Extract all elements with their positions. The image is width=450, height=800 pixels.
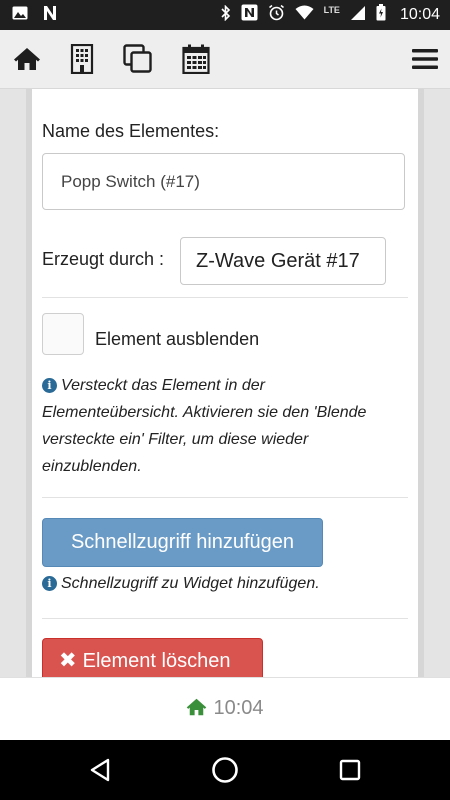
close-icon: ✖ <box>59 649 77 672</box>
footer-clock: 10:04 <box>0 697 450 720</box>
top-nav <box>0 30 450 89</box>
hide-element-label[interactable]: Element ausblenden <box>95 329 259 350</box>
hide-element-checkbox[interactable] <box>42 313 84 355</box>
divider <box>42 618 408 619</box>
calendar-icon[interactable] <box>181 43 211 75</box>
network-type: LTE <box>323 5 340 15</box>
delete-element-label: Element löschen <box>82 650 231 672</box>
footer-bar: 10:04 <box>0 677 450 741</box>
info-icon: i <box>42 378 57 393</box>
add-quick-access-button[interactable]: Schnellzugriff hinzufügen <box>42 518 323 567</box>
android-nav-bar <box>0 740 450 800</box>
home-icon[interactable] <box>12 43 42 75</box>
divider <box>42 497 408 498</box>
nfc-icon <box>241 4 258 26</box>
divider <box>42 297 408 298</box>
menu-icon[interactable] <box>410 43 440 75</box>
info-icon: i <box>42 576 57 591</box>
building-icon[interactable] <box>67 43 97 75</box>
recents-icon[interactable] <box>336 756 364 784</box>
image-icon <box>12 6 28 25</box>
quick-access-help-text: Schnellzugriff zu Widget hinzufügen. <box>61 575 320 592</box>
hide-element-help: i Versteckt das Element in der Elementeüb… <box>42 372 382 480</box>
n-icon <box>42 5 58 26</box>
signal-icon <box>350 5 366 26</box>
home-icon <box>187 698 207 716</box>
copy-icon[interactable] <box>123 43 153 75</box>
wifi-icon <box>295 5 314 25</box>
quick-access-help: i Schnellzugriff zu Widget hinzufügen. <box>42 570 408 597</box>
hide-element-help-text: Versteckt das Element in der Elementeübe… <box>42 377 367 475</box>
element-name-label: Name des Elementes: <box>42 121 220 141</box>
element-name-input[interactable]: Popp Switch (#17) <box>42 153 405 210</box>
created-by-device-field: Z-Wave Gerät #17 <box>180 237 386 285</box>
element-settings-panel: Name des Elementes: Popp Switch (#17) Er… <box>26 89 424 677</box>
bluetooth-icon <box>221 4 231 26</box>
created-by-label: Erzeugt durch : <box>42 249 165 269</box>
delete-element-button[interactable]: ✖ Element löschen <box>42 638 263 677</box>
footer-time: 10:04 <box>213 697 264 719</box>
back-icon[interactable] <box>86 756 114 784</box>
status-bar: LTE 10:04 <box>0 0 450 30</box>
battery-icon <box>376 4 386 26</box>
home-button-icon[interactable] <box>211 756 239 784</box>
status-time: 10:04 <box>399 6 440 23</box>
alarm-icon <box>268 4 285 26</box>
